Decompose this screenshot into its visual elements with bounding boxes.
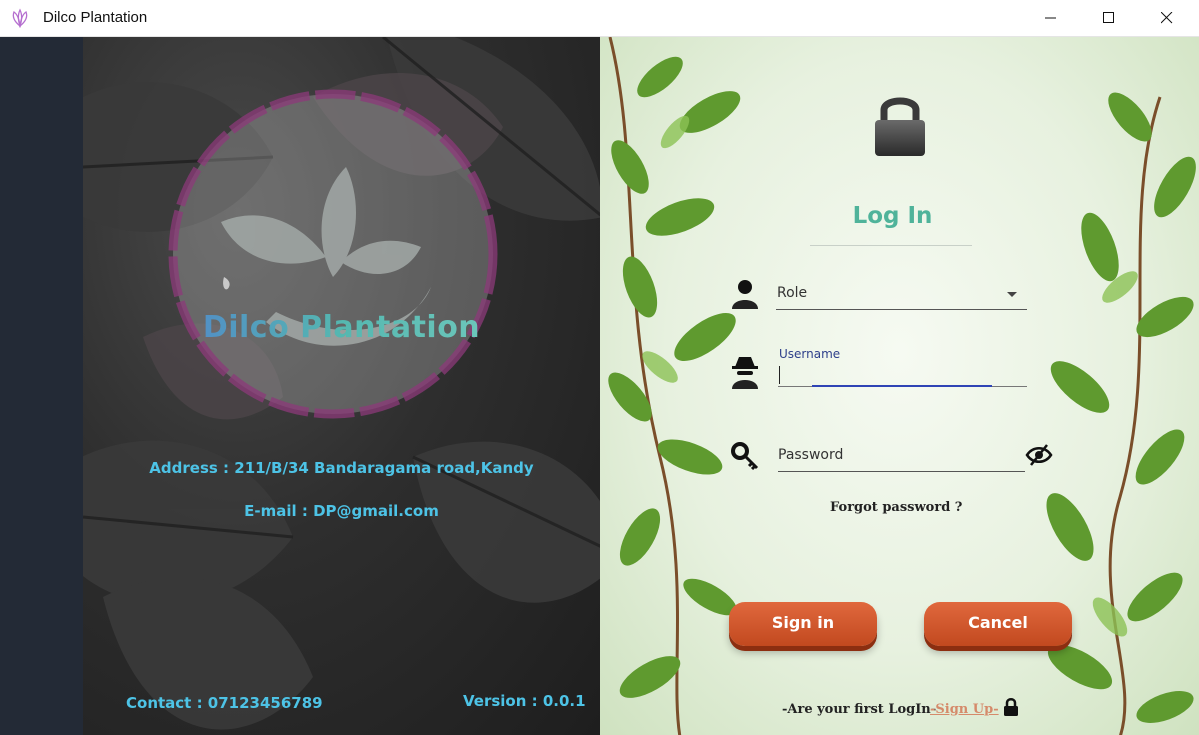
password-input[interactable]: Password xyxy=(778,442,1025,472)
close-button[interactable] xyxy=(1138,0,1196,36)
role-label: Role xyxy=(777,285,808,301)
chevron-down-icon xyxy=(1007,292,1017,297)
lock-icon xyxy=(875,97,925,156)
login-panel: Log In Role Username Password Forgot pas… xyxy=(600,37,1199,735)
minimize-icon xyxy=(1045,17,1056,19)
title-divider xyxy=(810,245,972,246)
focus-underline xyxy=(812,385,992,387)
brand-name: Dilco Plantation xyxy=(83,310,600,345)
first-login-text: -Are your first LogIn- xyxy=(782,702,937,717)
role-select[interactable]: Role xyxy=(776,280,1027,310)
address-text: Address : 211/B/34 Bandaragama road,Kand… xyxy=(149,459,534,477)
login-title: Log In xyxy=(852,203,933,229)
user-icon xyxy=(732,280,758,309)
side-strip xyxy=(0,37,83,735)
password-label: Password xyxy=(778,447,844,463)
version-text: Version : 0.0.1 xyxy=(463,692,586,710)
minimize-button[interactable] xyxy=(1022,0,1080,36)
brand-panel: Dilco Plantation Address : 211/B/34 Band… xyxy=(83,37,600,735)
text-cursor xyxy=(779,366,780,384)
padlock-small-icon xyxy=(1004,698,1018,716)
sign-up-link[interactable]: -Sign Up- xyxy=(930,702,999,717)
close-icon xyxy=(1161,12,1173,24)
maximize-icon xyxy=(1103,12,1114,23)
contact-text: Contact : 07123456789 xyxy=(126,694,323,712)
forgot-password-link[interactable]: Forgot password ? xyxy=(830,500,962,515)
username-label: Username xyxy=(779,347,841,361)
maximize-button[interactable] xyxy=(1080,0,1138,36)
sign-in-button[interactable]: Sign in xyxy=(729,602,877,646)
title-bar: Dilco Plantation xyxy=(0,0,1199,37)
email-text: E-mail : DP@gmail.com xyxy=(244,502,439,520)
cancel-button[interactable]: Cancel xyxy=(924,602,1072,646)
username-input[interactable]: Username xyxy=(778,346,1027,387)
app-icon xyxy=(12,8,28,28)
logo-emblem xyxy=(168,89,498,419)
spy-icon xyxy=(732,357,758,389)
eye-slash-icon[interactable] xyxy=(1025,443,1053,467)
key-icon xyxy=(731,442,759,471)
window-title: Dilco Plantation xyxy=(43,9,148,26)
